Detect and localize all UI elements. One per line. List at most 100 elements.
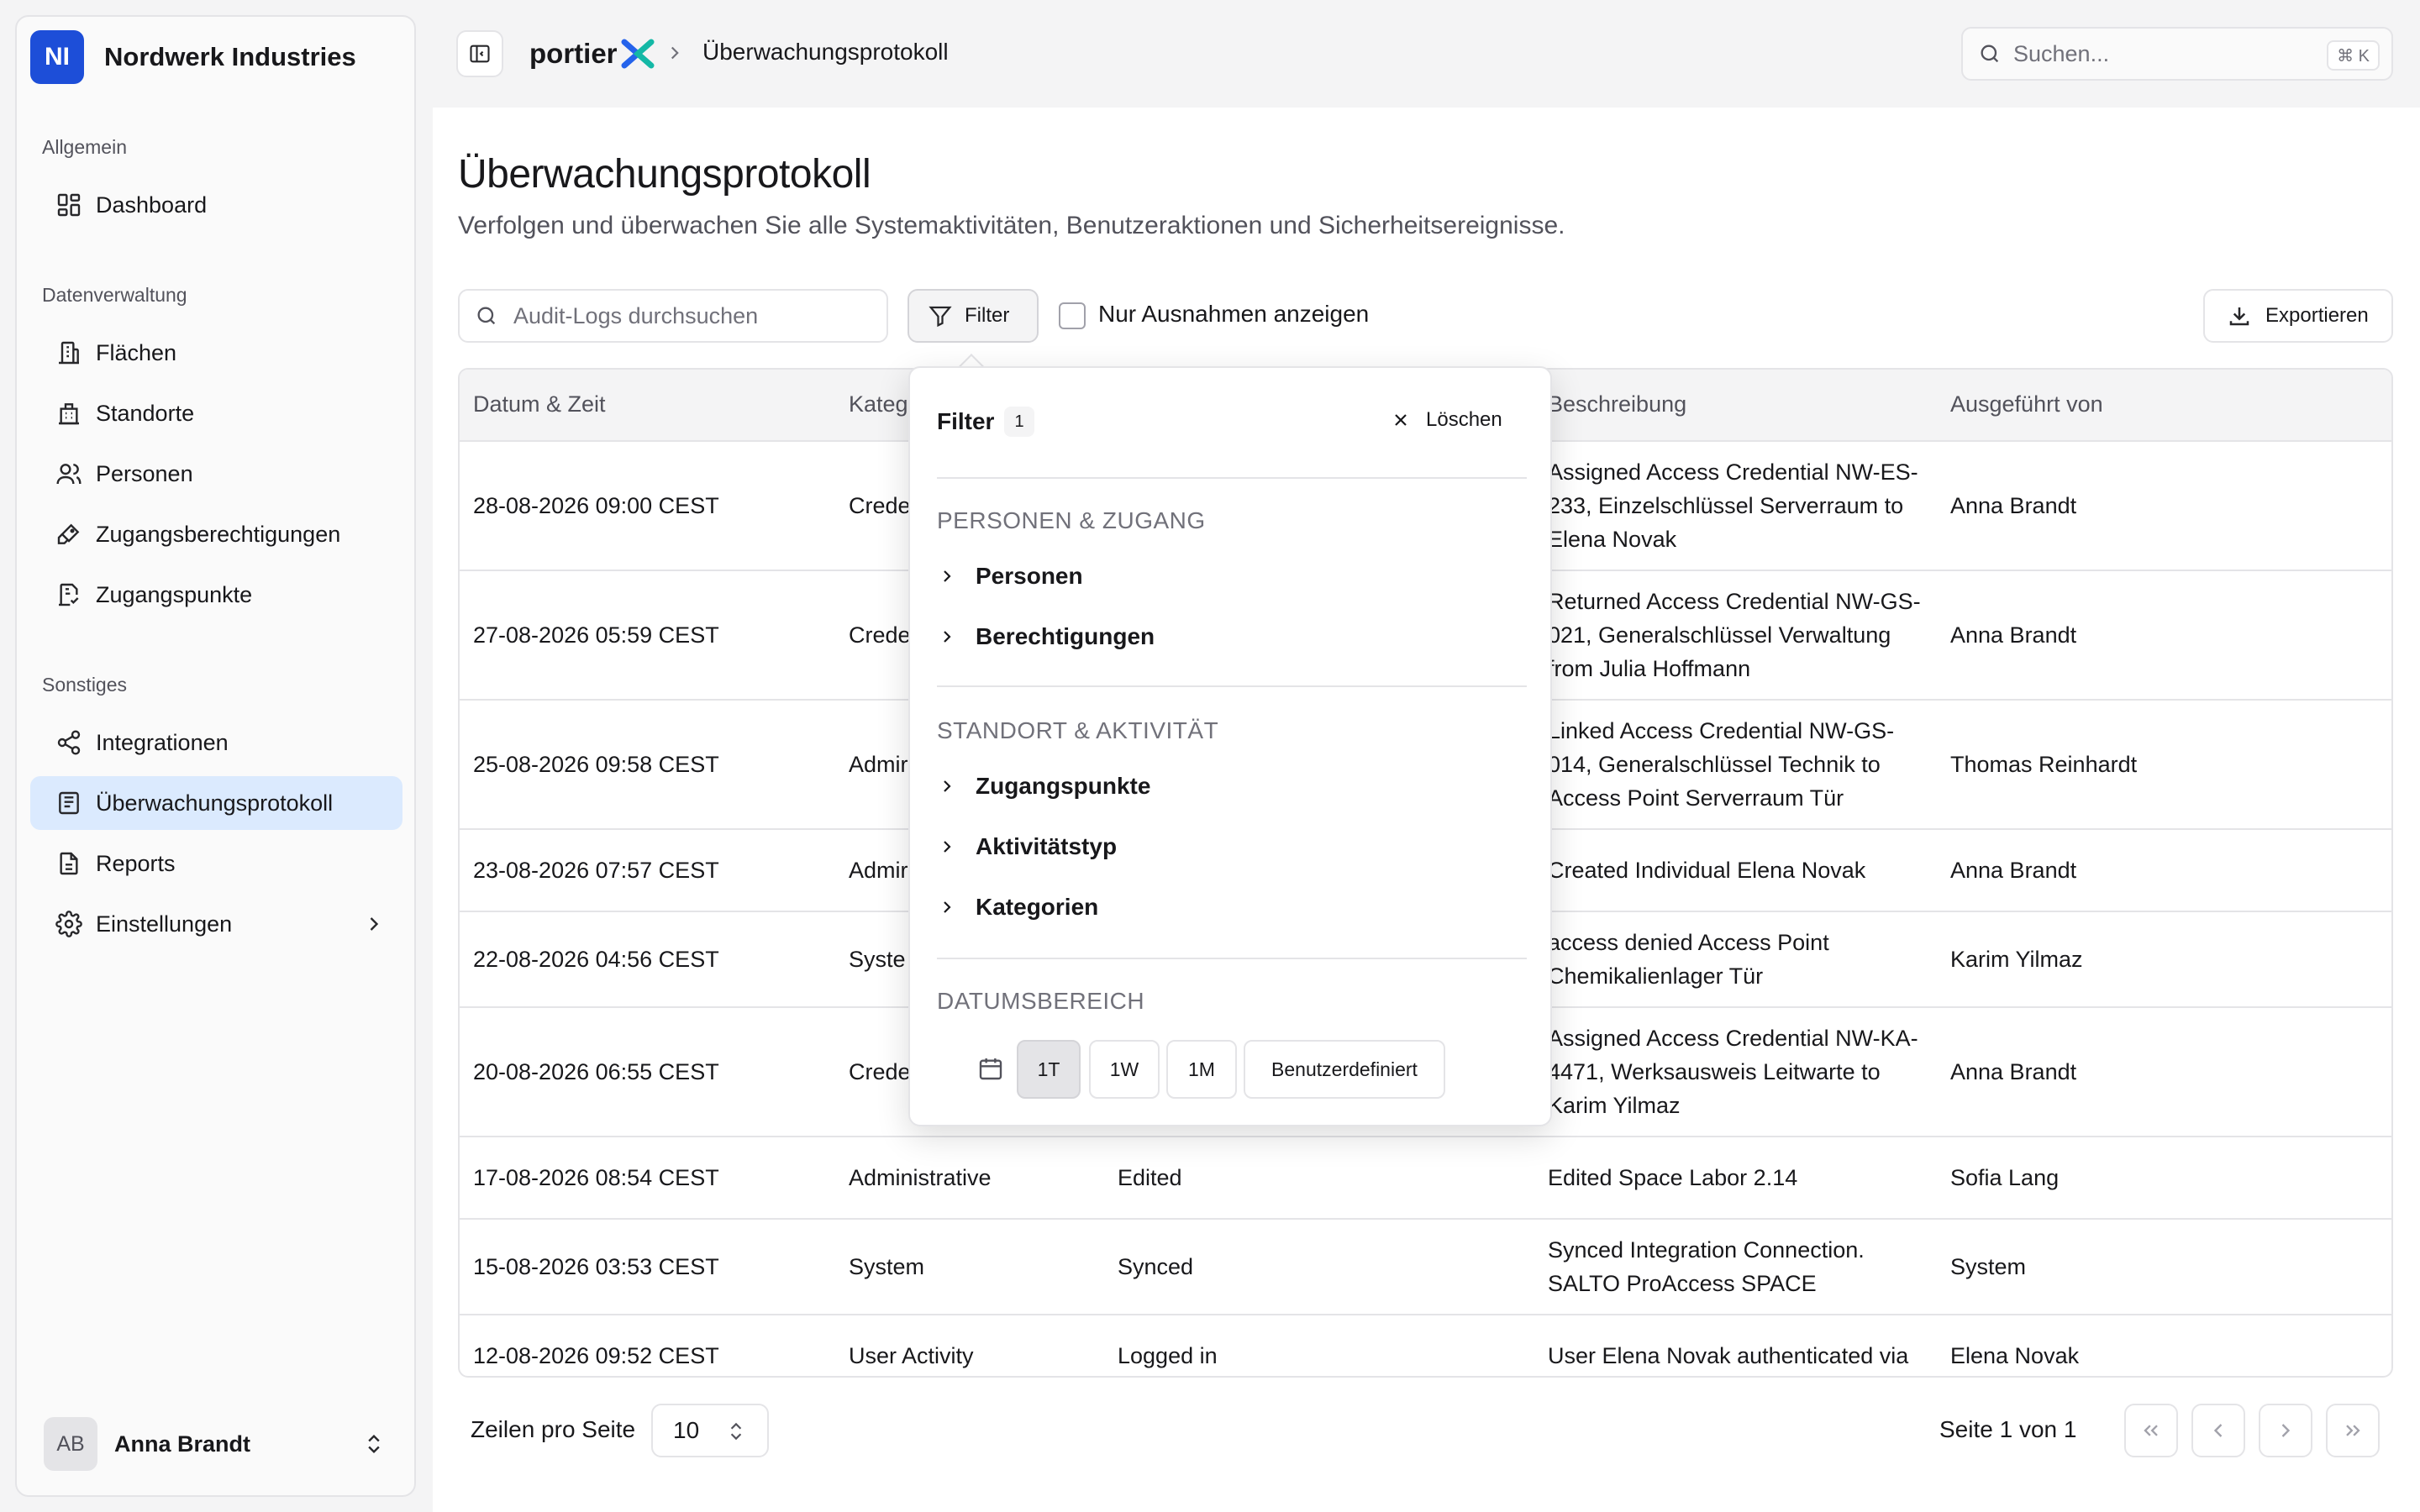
column-header-description[interactable]: Beschreibung — [1548, 391, 1686, 417]
date-range-1w-button[interactable]: 1W — [1089, 1040, 1160, 1099]
previous-page-button[interactable] — [2191, 1404, 2245, 1457]
rows-per-page-label: Zeilen pro Seite — [471, 1416, 636, 1442]
exceptions-checkbox[interactable] — [1059, 302, 1086, 329]
nav-group-label: Sonstiges — [42, 674, 128, 696]
filter-button-label: Filter — [965, 304, 1010, 327]
cell-date: 23-08-2026 07:57 CEST — [473, 858, 719, 883]
cell-date: 25-08-2026 09:58 CEST — [473, 752, 719, 777]
gear-icon — [55, 911, 82, 937]
filter-item-aktivitaetstyp[interactable]: Aktivitätstyp — [937, 833, 1117, 860]
clear-filters-button[interactable]: Löschen — [1391, 408, 1502, 432]
global-search[interactable]: Suchen... ⌘ K — [1961, 27, 2393, 81]
sidebar-item-label: Standorte — [96, 400, 195, 426]
filter-popover: Filter 1 Löschen PERSONEN & ZUGANG Perso… — [908, 366, 1552, 1126]
table-row[interactable]: 12-08-2026 09:52 CEST User Activity Logg… — [460, 1315, 2391, 1376]
cell-performed-by: Anna Brandt — [1950, 858, 2077, 883]
cell-performed-by: Karim Yilmaz — [1950, 947, 2083, 972]
breadcrumb: Überwachungsprotokoll — [702, 39, 949, 65]
column-header-date[interactable]: Datum & Zeit — [473, 391, 606, 417]
chevron-updown-icon — [730, 1422, 742, 1441]
cell-performed-by: System — [1950, 1254, 2027, 1279]
exceptions-label[interactable]: Nur Ausnahmen anzeigen — [1098, 301, 1369, 328]
org-switcher[interactable]: NI Nordwerk Industries — [30, 30, 356, 84]
cell-description: Assigned Access Credential NW-KA-4471, W… — [1548, 1026, 1918, 1118]
filter-item-zugangspunkte[interactable]: Zugangspunkte — [937, 773, 1150, 800]
sidebar-item-label: Zugangsberechtigungen — [96, 521, 341, 547]
cell-activity: Logged in — [1118, 1343, 1218, 1368]
cell-description: User Elena Novak authenticated via — [1548, 1343, 1909, 1368]
rows-per-page-value: 10 — [673, 1417, 700, 1443]
column-header-performed-by[interactable]: Ausgeführt von — [1950, 391, 2103, 417]
sidebar-item-reports[interactable]: Reports — [30, 837, 402, 890]
cell-category: Syste — [849, 947, 906, 972]
sidebar-toggle-button[interactable] — [456, 30, 503, 77]
cell-date: 15-08-2026 03:53 CEST — [473, 1254, 719, 1279]
nav-group-label: Datenverwaltung — [42, 284, 187, 306]
cell-date: 20-08-2026 06:55 CEST — [473, 1059, 719, 1084]
sidebar-item-label: Dashboard — [96, 192, 208, 218]
cell-description: Returned Access Credential NW-GS-021, Ge… — [1548, 589, 1921, 681]
brand-logo[interactable]: portier — [529, 34, 655, 74]
sidebar-item-standorte[interactable]: Standorte — [30, 386, 402, 440]
door-icon — [59, 583, 79, 606]
location-building-icon — [59, 403, 79, 425]
column-header-category[interactable]: Kateg — [849, 391, 908, 417]
filter-button[interactable]: Filter — [908, 289, 1039, 343]
rows-per-page-select[interactable]: 10 — [651, 1404, 769, 1457]
chevron-right-icon — [944, 631, 951, 643]
sidebar-item-zugangspunkte[interactable]: Zugangspunkte — [30, 568, 402, 622]
date-range-custom-button[interactable]: Benutzerdefiniert — [1244, 1040, 1445, 1099]
export-button[interactable]: Exportieren — [2203, 289, 2393, 343]
dashboard-icon — [57, 193, 81, 217]
filter-item-kategorien[interactable]: Kategorien — [937, 894, 1098, 921]
page-title: Überwachungsprotokoll — [458, 152, 871, 197]
divider — [937, 685, 1527, 687]
chevron-right-icon — [944, 901, 951, 913]
cell-performed-by: Anna Brandt — [1950, 1059, 2077, 1084]
sidebar: NI Nordwerk Industries Allgemein Dashboa… — [15, 15, 416, 1497]
cell-date: 17-08-2026 08:54 CEST — [473, 1165, 719, 1190]
chevron-right-icon — [370, 917, 379, 931]
sidebar-item-zugangsberechtigungen[interactable]: Zugangsberechtigungen — [30, 507, 402, 561]
sidebar-item-flaechen[interactable]: Flächen — [30, 326, 402, 380]
date-range-1t-button[interactable]: 1T — [1017, 1040, 1081, 1099]
cell-performed-by: Anna Brandt — [1950, 493, 2077, 518]
sidebar-item-dashboard[interactable]: Dashboard — [30, 178, 402, 232]
cell-category: User Activity — [849, 1343, 974, 1368]
last-page-button[interactable] — [2326, 1404, 2380, 1457]
export-button-label: Exportieren — [2265, 304, 2369, 327]
table-row[interactable]: 15-08-2026 03:53 CEST System Synced Sync… — [460, 1220, 2391, 1315]
file-icon — [60, 852, 78, 875]
cell-category: Crede — [849, 493, 911, 518]
cell-date: 27-08-2026 05:59 CEST — [473, 622, 719, 648]
date-range-1m-button[interactable]: 1M — [1166, 1040, 1237, 1099]
cell-category: System — [849, 1254, 925, 1279]
user-name: Anna Brandt — [114, 1431, 250, 1457]
cell-category: Administrative — [849, 1165, 992, 1190]
clear-filters-label: Löschen — [1426, 408, 1502, 431]
sidebar-item-einstellungen[interactable]: Einstellungen — [30, 897, 402, 951]
filter-item-berechtigungen[interactable]: Berechtigungen — [937, 623, 1155, 650]
sidebar-item-personen[interactable]: Personen — [30, 447, 402, 501]
table-row[interactable]: 17-08-2026 08:54 CEST Administrative Edi… — [460, 1137, 2391, 1220]
first-page-button[interactable] — [2124, 1404, 2178, 1457]
cell-performed-by: Thomas Reinhardt — [1950, 752, 2138, 777]
filter-item-personen[interactable]: Personen — [937, 563, 1083, 590]
cell-category: Admir — [849, 752, 908, 777]
nav-group-label: Allgemein — [42, 136, 127, 158]
filter-section-title: STANDORT & AKTIVITÄT — [937, 717, 1219, 743]
sidebar-item-label: Flächen — [96, 339, 177, 365]
sidebar-item-label: Zugangspunkte — [96, 581, 253, 607]
divider — [937, 477, 1527, 479]
sidebar-item-ueberwachungsprotokoll[interactable]: Überwachungsprotokoll — [30, 776, 402, 830]
cell-date: 22-08-2026 04:56 CEST — [473, 947, 719, 972]
org-name: Nordwerk Industries — [104, 42, 356, 71]
cell-description: Synced Integration Connection. SALTO Pro… — [1548, 1237, 1865, 1296]
chevron-left-icon — [2213, 1424, 2223, 1437]
filter-item-label: Personen — [976, 563, 1083, 589]
sidebar-item-integrationen[interactable]: Integrationen — [30, 716, 402, 769]
audit-search-input[interactable]: Audit-Logs durchsuchen — [458, 289, 888, 343]
next-page-button[interactable] — [2259, 1404, 2312, 1457]
sidebar-toggle-icon — [470, 45, 490, 63]
user-menu[interactable]: AB Anna Brandt — [30, 1406, 402, 1482]
